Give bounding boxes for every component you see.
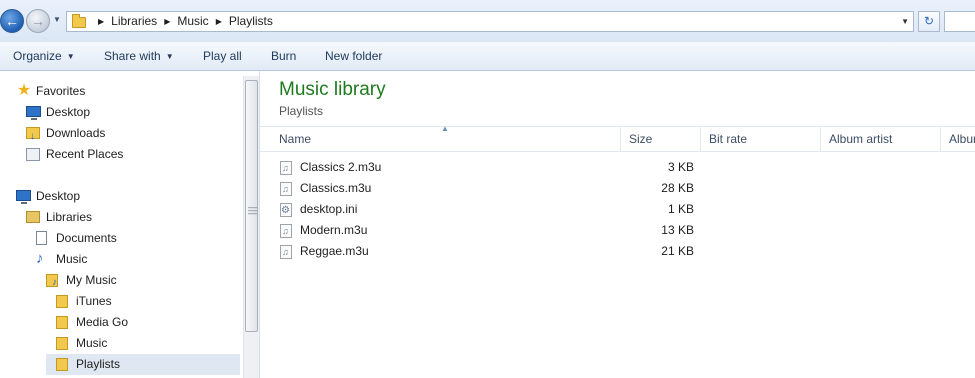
nav-label: iTunes xyxy=(76,294,112,308)
breadcrumb-music[interactable]: Music xyxy=(177,14,208,28)
folder-icon xyxy=(56,337,68,350)
nav-label: Downloads xyxy=(46,126,106,140)
libraries-icon xyxy=(26,211,40,223)
grip-icon: — — — xyxy=(248,202,257,218)
nav-label: Favorites xyxy=(36,84,86,98)
desktop-icon xyxy=(16,190,31,204)
file-row[interactable]: Reggae.m3u 21 KB xyxy=(280,241,700,263)
organize-button[interactable]: Organize ▼ xyxy=(13,42,75,70)
nav-label: Documents xyxy=(56,231,117,245)
playlist-file-icon xyxy=(280,221,292,242)
library-title: Music library xyxy=(279,79,386,100)
command-bar: Organize ▼ Share with ▼ Play all Burn New … xyxy=(0,42,975,71)
share-with-label: Share with xyxy=(104,49,161,63)
back-button[interactable]: ← xyxy=(0,9,24,33)
column-header-size[interactable]: Size xyxy=(621,127,701,151)
column-header-album[interactable]: Album xyxy=(941,127,975,151)
playlist-file-icon xyxy=(280,242,292,263)
new-folder-button[interactable]: New folder xyxy=(325,42,382,70)
file-row[interactable]: Modern.m3u 13 KB xyxy=(280,220,700,242)
settings-file-icon xyxy=(280,200,292,221)
folder-icon xyxy=(56,358,68,371)
burn-button[interactable]: Burn xyxy=(271,42,296,70)
playlist-file-icon xyxy=(280,179,292,200)
file-size: 1 KB xyxy=(667,202,694,216)
column-header-album-artist[interactable]: Album artist xyxy=(821,127,941,151)
file-row[interactable]: Classics 2.m3u 3 KB xyxy=(280,157,700,179)
nav-label: Recent Places xyxy=(46,147,124,161)
file-name: Classics 2.m3u xyxy=(300,160,382,174)
nav-label: Playlists xyxy=(76,357,121,371)
breadcrumb-chevron-icon[interactable]: ▶ xyxy=(98,17,104,26)
column-headers: Name ▲ Size Bit rate Album artist Album xyxy=(260,124,975,152)
history-dropdown-icon[interactable]: ▼ xyxy=(53,12,63,28)
file-name: Reggae.m3u xyxy=(300,244,369,258)
nav-scrollbar[interactable]: — — — xyxy=(243,76,259,378)
column-header-bit-rate[interactable]: Bit rate xyxy=(701,127,821,151)
breadcrumb: ▶ Libraries ▶ Music ▶ Playlists xyxy=(91,12,273,31)
organize-label: Organize xyxy=(13,49,62,63)
scrollbar-thumb[interactable]: — — — xyxy=(245,80,258,332)
address-row: ← → ▼ ▶ Libraries ▶ Music ▶ Playlists ▼ ↻ xyxy=(0,0,975,42)
library-subtitle: Playlists xyxy=(279,104,324,118)
nav-label: Desktop xyxy=(36,189,81,203)
nav-label: Libraries xyxy=(46,210,93,224)
documents-icon xyxy=(36,231,47,245)
address-dropdown-icon[interactable]: ▼ xyxy=(901,12,909,31)
folder-icon xyxy=(72,14,86,28)
file-name: Classics.m3u xyxy=(300,181,372,195)
breadcrumb-libraries[interactable]: Libraries xyxy=(111,14,157,28)
star-icon: ★ xyxy=(16,82,32,99)
chevron-down-icon: ▼ xyxy=(66,52,75,61)
file-size: 28 KB xyxy=(661,181,694,195)
file-row[interactable]: desktop.ini 1 KB xyxy=(280,199,700,221)
nav-label: My Music xyxy=(66,273,117,287)
share-with-button[interactable]: Share with ▼ xyxy=(104,42,174,70)
sort-ascending-icon: ▲ xyxy=(441,124,449,133)
folder-icon xyxy=(56,295,68,308)
breadcrumb-chevron-icon[interactable]: ▶ xyxy=(216,17,222,26)
file-size: 21 KB xyxy=(661,244,694,258)
downloads-icon xyxy=(26,126,40,147)
file-size: 3 KB xyxy=(667,160,694,174)
search-input[interactable] xyxy=(944,11,975,32)
address-bar[interactable]: ▶ Libraries ▶ Music ▶ Playlists ▼ xyxy=(66,11,914,32)
nav-label: Desktop xyxy=(46,105,91,119)
nav-item-playlists[interactable]: Playlists xyxy=(46,354,240,375)
file-name: Modern.m3u xyxy=(300,223,368,237)
nav-label: Media Go xyxy=(76,315,129,329)
file-size: 13 KB xyxy=(661,223,694,237)
playlist-file-icon xyxy=(280,158,292,179)
folder-icon xyxy=(56,316,68,329)
file-row[interactable]: Classics.m3u 28 KB xyxy=(280,178,700,200)
content-pane: Music library Playlists Name ▲ Size Bit … xyxy=(260,71,975,378)
music-note-icon: ♪ xyxy=(36,250,44,267)
music-folder-icon xyxy=(46,272,58,293)
chevron-down-icon: ▼ xyxy=(165,52,174,61)
forward-button[interactable]: → xyxy=(26,9,50,33)
refresh-icon[interactable]: ↻ xyxy=(918,11,940,32)
nav-label: Music xyxy=(56,252,88,266)
breadcrumb-chevron-icon[interactable]: ▶ xyxy=(164,17,170,26)
navigation-pane: ★ Favorites Desktop Downloads Recent Pla… xyxy=(0,71,260,378)
play-all-button[interactable]: Play all xyxy=(203,42,242,70)
desktop-icon xyxy=(26,106,41,120)
breadcrumb-playlists[interactable]: Playlists xyxy=(229,14,273,28)
file-name: desktop.ini xyxy=(300,202,358,216)
nav-label: Music xyxy=(76,336,108,350)
recent-places-icon xyxy=(26,148,40,161)
